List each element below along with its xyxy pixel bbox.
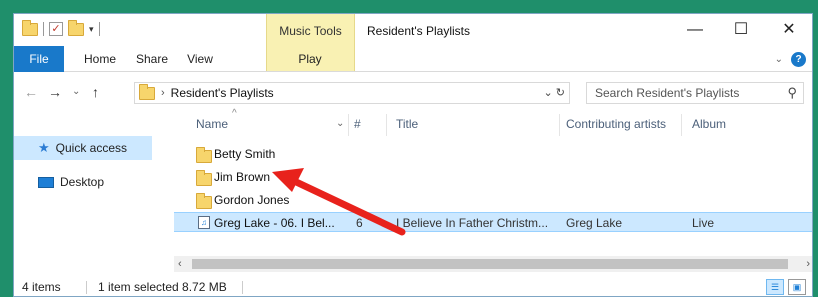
folder-icon (139, 83, 155, 100)
file-list: Name ^ ⌄ # Title Contributing artists Al… (174, 108, 812, 255)
help-icon[interactable]: ? (791, 52, 806, 67)
music-tools-label: Music Tools (279, 24, 342, 38)
status-bar: 4 items 1 item selected 8.72 MB ☰ ▣ (14, 276, 812, 296)
sidebar-item-quick-access[interactable]: ★ Quick access (14, 136, 152, 160)
track-title: I Believe In Father Christm... (396, 216, 549, 230)
column-header-title[interactable]: Title (396, 110, 418, 138)
recent-locations-chevron-icon[interactable]: ⌄ (72, 86, 80, 97)
list-item[interactable]: Betty Smith (174, 144, 812, 164)
tab-home[interactable]: Home (78, 46, 122, 72)
up-arrow-icon[interactable]: ↑ (92, 84, 99, 100)
separator (98, 22, 100, 36)
title-bar: ✓ ▾ Music Tools Resident's Playlists — ☐… (14, 14, 812, 72)
column-header-name[interactable]: Name (196, 110, 228, 138)
column-header-artists[interactable]: Contributing artists (566, 110, 666, 138)
scroll-right-icon[interactable]: › (806, 256, 810, 272)
column-divider[interactable] (386, 114, 387, 136)
desktop-icon (38, 176, 54, 188)
file-name: Jim Brown (214, 170, 271, 184)
folder-icon (196, 147, 212, 163)
search-icon[interactable]: ⚲ (787, 85, 797, 101)
navigation-pane: ★ Quick access Desktop (14, 110, 164, 272)
folder-icon (196, 170, 212, 186)
file-name: Betty Smith (214, 147, 276, 161)
breadcrumb[interactable]: Resident's Playlists (171, 86, 274, 100)
list-item[interactable]: ♫ Greg Lake - 06. I Bel... 6 I Believe I… (174, 212, 812, 232)
new-folder-icon[interactable] (68, 19, 84, 36)
properties-icon[interactable]: ✓ (49, 22, 63, 36)
track-album: Live (692, 216, 715, 230)
column-header-number[interactable]: # (354, 110, 361, 138)
forward-arrow-icon[interactable]: → (48, 84, 62, 100)
column-divider[interactable] (559, 114, 560, 136)
list-item[interactable]: Jim Brown (174, 167, 812, 187)
explorer-window: ✓ ▾ Music Tools Resident's Playlists — ☐… (13, 13, 813, 297)
audio-file-icon: ♫ (198, 216, 210, 229)
close-button[interactable]: ✕ (766, 18, 812, 42)
scroll-left-icon[interactable]: ‹ (178, 256, 182, 272)
ribbon-help-area: ⌄ ? (775, 52, 806, 67)
file-name: Greg Lake - 06. I Bel... (214, 216, 335, 230)
address-dropdown-refresh[interactable]: ⌄ ↻ (544, 86, 566, 99)
quick-access-toolbar: ✓ ▾ (22, 19, 100, 36)
selection-info: 1 item selected 8.72 MB (98, 280, 227, 294)
list-item[interactable]: Gordon Jones (174, 190, 812, 210)
tab-view[interactable]: View (180, 46, 220, 72)
horizontal-scrollbar[interactable]: ‹ › (174, 256, 812, 272)
sort-ascending-icon: ^ (232, 108, 237, 119)
minimize-button[interactable]: — (672, 18, 718, 42)
column-dropdown-icon[interactable]: ⌄ (336, 110, 344, 138)
address-bar[interactable]: › Resident's Playlists ⌄ ↻ (134, 82, 570, 104)
breadcrumb-chevron-icon[interactable]: › (161, 87, 165, 99)
folder-icon (196, 193, 212, 209)
scrollbar-thumb[interactable] (192, 259, 788, 269)
sidebar-item-label: Quick access (55, 141, 128, 155)
folder-icon[interactable] (22, 19, 38, 36)
column-divider[interactable] (348, 114, 349, 136)
column-divider[interactable] (681, 114, 682, 136)
star-icon: ★ (38, 140, 50, 155)
item-count: 4 items (22, 280, 61, 294)
window-title: Resident's Playlists (367, 24, 470, 38)
sidebar-item-desktop[interactable]: Desktop (14, 170, 152, 194)
sidebar-item-label: Desktop (60, 175, 105, 189)
ribbon-tabs: File Home Share View Play ⌄ ? (14, 46, 812, 72)
track-number: 6 (356, 216, 363, 230)
tab-share[interactable]: Share (132, 46, 172, 72)
navigation-bar: ← → ⌄ ↑ › Resident's Playlists ⌄ ↻ ⚲ (14, 80, 812, 106)
expand-ribbon-icon[interactable]: ⌄ (775, 54, 783, 65)
search-box[interactable]: ⚲ (586, 82, 804, 104)
customize-dropdown-icon[interactable]: ▾ (89, 24, 94, 35)
column-header-album[interactable]: Album (692, 110, 726, 138)
tab-play[interactable]: Play (280, 46, 340, 72)
search-input[interactable] (587, 86, 773, 100)
tab-file[interactable]: File (14, 46, 64, 72)
separator (242, 281, 243, 294)
large-icons-view-icon[interactable]: ▣ (788, 279, 806, 295)
separator (43, 22, 44, 36)
details-view-icon[interactable]: ☰ (766, 279, 784, 295)
track-artists: Greg Lake (566, 216, 623, 230)
maximize-button[interactable]: ☐ (718, 18, 764, 42)
separator (86, 281, 87, 294)
file-name: Gordon Jones (214, 193, 290, 207)
back-arrow-icon[interactable]: ← (24, 84, 38, 100)
